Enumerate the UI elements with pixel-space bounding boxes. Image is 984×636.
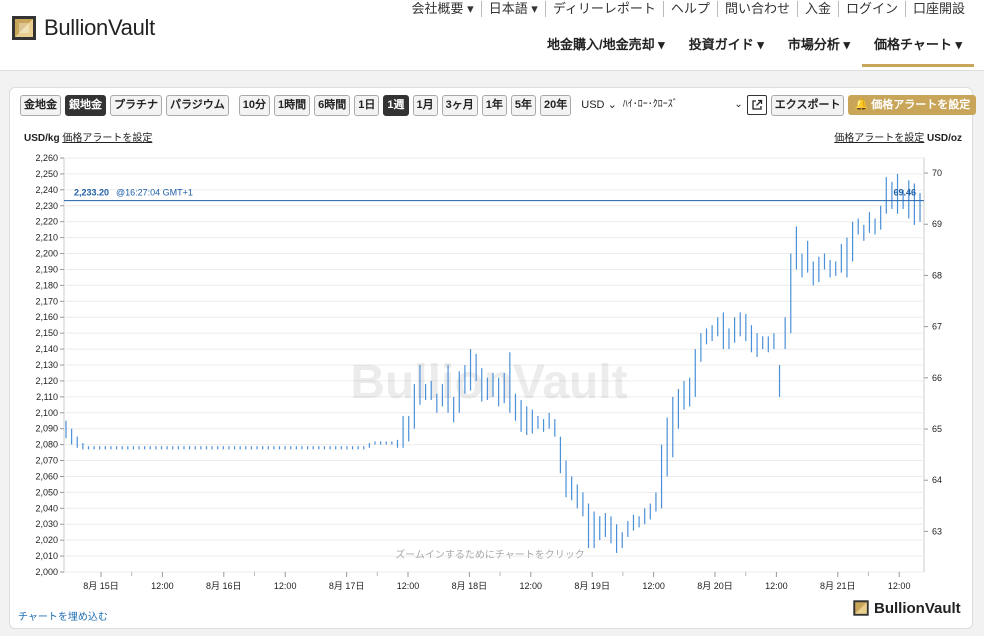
footer-brand-logo: BullionVault xyxy=(852,599,961,617)
external-link-icon xyxy=(752,99,762,110)
menu-price-chart[interactable]: 価格チャート ▾ xyxy=(861,36,974,67)
right-price-alert-link[interactable]: 価格アラートを設定 xyxy=(834,133,924,144)
top-nav: 会社概要 ▾ 日本語 ▾ ディリーレポート ヘルプ 問い合わせ 入金 ログイン … xyxy=(405,1,972,17)
chart-style-value: ﾊｲ･ﾛｰ･ｸﾛｰｽﾞ xyxy=(622,99,678,110)
embed-chart-link[interactable]: チャートを埋め込む xyxy=(18,608,108,623)
export-button[interactable]: エクスポート xyxy=(770,94,845,116)
chart-panel xyxy=(9,87,973,629)
brand-name: BullionVault xyxy=(44,15,155,40)
period-1week-button[interactable]: 1週 xyxy=(383,94,409,116)
currency-value: USD xyxy=(581,99,605,111)
right-unit-label: USD/oz xyxy=(927,133,962,144)
footer-brand-name: BullionVault xyxy=(874,599,961,617)
alert-button-label: 価格アラートを設定 xyxy=(871,99,971,111)
brand-logo[interactable]: BullionVault xyxy=(10,14,155,42)
chart-style-select[interactable]: ﾊｲ･ﾛｰ･ｸﾛｰｽﾞ ⌄ xyxy=(622,95,743,115)
metal-gold-button[interactable]: 金地金 xyxy=(20,94,61,116)
period-6hour-button[interactable]: 6時間 xyxy=(314,94,351,116)
nav-login[interactable]: ログイン xyxy=(837,1,905,17)
nav-help[interactable]: ヘルプ xyxy=(662,1,717,17)
nav-language[interactable]: 日本語 ▾ xyxy=(480,1,545,17)
open-new-window-button[interactable] xyxy=(746,95,767,115)
left-unit-label: USD/kg xyxy=(24,133,60,144)
nav-company[interactable]: 会社概要 ▾ xyxy=(405,1,481,17)
period-3month-button[interactable]: 3ヶ月 xyxy=(441,94,478,116)
currency-select[interactable]: USD ⌄ xyxy=(581,95,617,115)
period-1day-button[interactable]: 1日 xyxy=(354,94,380,116)
bullionvault-logo-icon xyxy=(12,16,36,40)
metal-silver-button[interactable]: 銀地金 xyxy=(65,94,106,116)
nav-daily-report[interactable]: ディリーレポート xyxy=(544,1,663,17)
bell-icon: 🔔 xyxy=(854,99,869,111)
period-1month-button[interactable]: 1月 xyxy=(412,94,438,116)
nav-contact[interactable]: 問い合わせ xyxy=(716,1,797,17)
menu-investment-guide[interactable]: 投資ガイド ▾ xyxy=(677,36,776,64)
site-header: BullionVault 会社概要 ▾ 日本語 ▾ ディリーレポート ヘルプ 問… xyxy=(0,0,984,71)
chevron-down-icon: ⌄ xyxy=(734,99,743,110)
metal-palladium-button[interactable]: パラジウム xyxy=(166,94,229,116)
left-price-alert-link[interactable]: 価格アラートを設定 xyxy=(62,133,152,144)
set-price-alert-button[interactable]: 🔔 価格アラートを設定 xyxy=(848,95,977,115)
chevron-down-icon: ⌄ xyxy=(607,99,617,111)
period-5year-button[interactable]: 5年 xyxy=(510,94,537,116)
period-10min-button[interactable]: 10分 xyxy=(238,94,271,116)
menu-buy-sell[interactable]: 地金購入/地金売却 ▾ xyxy=(535,36,677,64)
nav-open-account[interactable]: 口座開設 xyxy=(904,1,972,17)
nav-deposit[interactable]: 入金 xyxy=(796,1,838,17)
menu-market-analysis[interactable]: 市場分析 ▾ xyxy=(776,36,862,64)
period-1year-button[interactable]: 1年 xyxy=(481,94,507,116)
left-unit-row: USD/kg 価格アラートを設定 xyxy=(24,129,152,144)
right-unit-row: 価格アラートを設定 USD/oz xyxy=(834,129,962,144)
period-1hour-button[interactable]: 1時間 xyxy=(274,94,311,116)
chart-toolbar: 金地金 銀地金 プラチナ パラジウム 10分 1時間 6時間 1日 1週 1月 … xyxy=(20,94,977,116)
metal-platinum-button[interactable]: プラチナ xyxy=(110,94,162,116)
main-nav: 地金購入/地金売却 ▾ 投資ガイド ▾ 市場分析 ▾ 価格チャート ▾ xyxy=(535,36,974,67)
bullionvault-logo-icon xyxy=(853,600,869,616)
period-20year-button[interactable]: 20年 xyxy=(540,94,572,116)
